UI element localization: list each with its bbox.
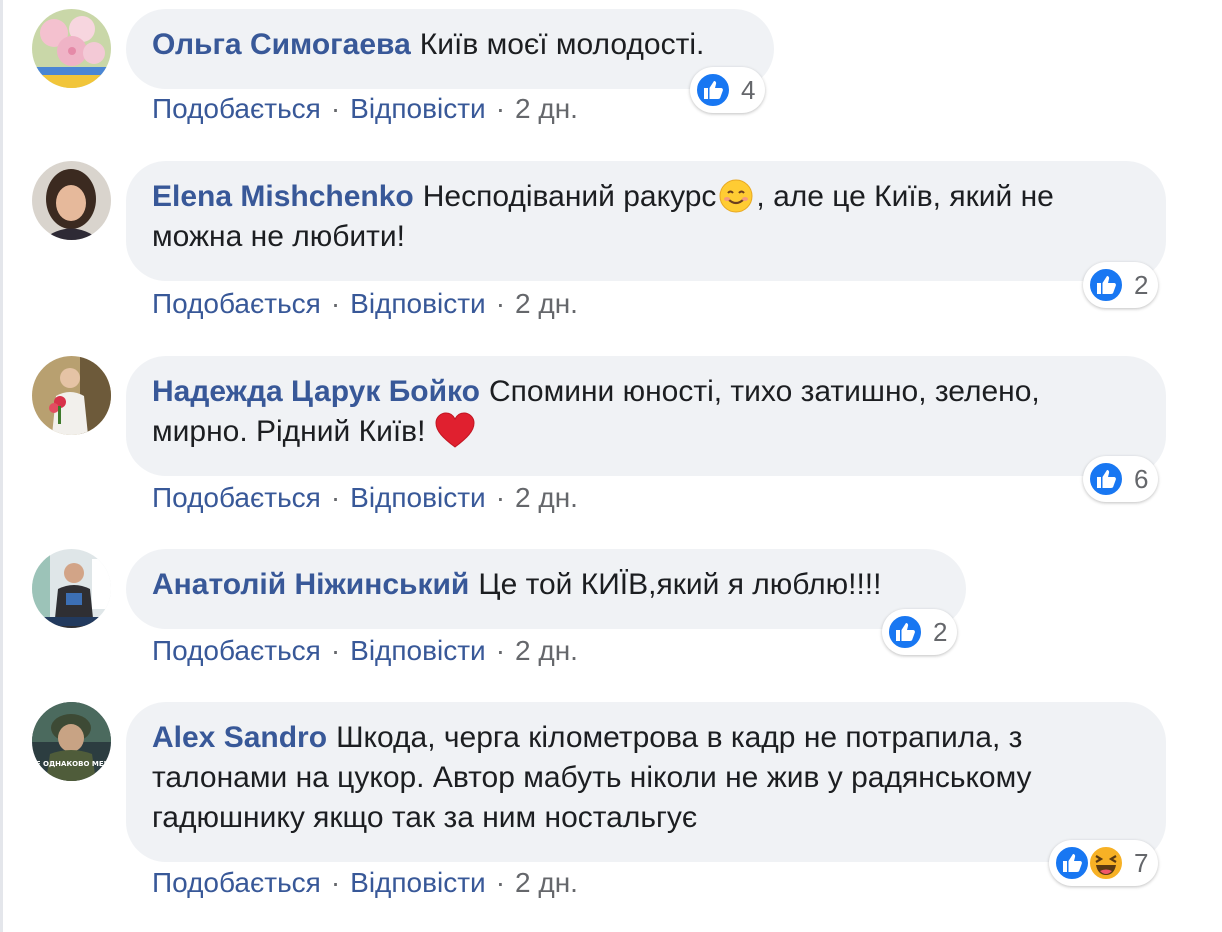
comment-text: Несподіваний ракурс	[422, 180, 717, 213]
comment-bubble: Ольга Симогаева Київ моєї молодості.	[126, 9, 774, 89]
comment-actions: Подобається · Відповісти · 2 дн.	[152, 482, 578, 513]
comment-author[interactable]: Анатолій Ніжинський	[152, 568, 469, 601]
comment-bubble: Надежда Царук Бойко Спомини юності, тихо …	[126, 356, 1166, 476]
comment-text: Це той КИЇВ,який я люблю!!!!	[478, 568, 882, 601]
comment-actions: Подобається · Відповісти · 2 дн.	[152, 288, 578, 319]
comment-bubble: Alex Sandro Шкода, черга кілометрова в ка…	[126, 702, 1166, 862]
avatar-caption: НЕ ОДНАКОВО МЕНІ	[32, 760, 111, 768]
like-button[interactable]: Подобається	[152, 867, 321, 898]
reply-button[interactable]: Відповісти	[350, 482, 486, 513]
like-icon	[695, 72, 731, 108]
reaction-count: 6	[1134, 463, 1149, 494]
reply-button[interactable]: Відповісти	[350, 288, 486, 319]
reply-button[interactable]: Відповісти	[350, 867, 486, 898]
reaction-summary[interactable]: 6	[1083, 456, 1159, 502]
like-icon	[1088, 461, 1124, 497]
reaction-count: 4	[741, 74, 756, 105]
like-icon	[887, 614, 923, 650]
reaction-count: 2	[933, 616, 948, 647]
comment-timestamp[interactable]: 2 дн.	[515, 867, 578, 898]
like-button[interactable]: Подобається	[152, 93, 321, 124]
comment-bubble: Анатолій Ніжинський Це той КИЇВ,який я лю…	[126, 549, 966, 629]
laughing-icon	[1088, 845, 1124, 881]
comment-author[interactable]: Ольга Симогаева	[152, 28, 411, 61]
like-icon	[1054, 845, 1090, 881]
like-icon	[1088, 267, 1124, 303]
like-button[interactable]: Подобається	[152, 635, 321, 666]
left-border	[0, 0, 3, 932]
reaction-summary[interactable]: 4	[690, 67, 766, 113]
avatar[interactable]	[32, 356, 111, 435]
like-button[interactable]: Подобається	[152, 288, 321, 319]
comment-actions: Подобається · Відповісти · 2 дн.	[152, 867, 578, 898]
avatar[interactable]	[32, 9, 111, 88]
avatar[interactable]: НЕ ОДНАКОВО МЕНІ	[32, 702, 111, 781]
comment-actions: Подобається · Відповісти · 2 дн.	[152, 635, 578, 666]
like-button[interactable]: Подобається	[152, 482, 321, 513]
red-heart-emoji	[435, 412, 475, 448]
avatar[interactable]	[32, 549, 111, 628]
smiling-face-emoji	[719, 179, 753, 213]
comment-timestamp[interactable]: 2 дн.	[515, 288, 578, 319]
reaction-summary[interactable]: 2	[1083, 262, 1159, 308]
reply-button[interactable]: Відповісти	[350, 635, 486, 666]
comment-timestamp[interactable]: 2 дн.	[515, 93, 578, 124]
reaction-count: 7	[1134, 847, 1149, 878]
comment-bubble: Elena Mishchenko Несподіваний ракурс, але…	[126, 161, 1166, 281]
reaction-summary[interactable]: 2	[882, 609, 958, 655]
comment-actions: Подобається · Відповісти · 2 дн.	[152, 93, 578, 124]
comment-timestamp[interactable]: 2 дн.	[515, 482, 578, 513]
comment-timestamp[interactable]: 2 дн.	[515, 635, 578, 666]
avatar[interactable]	[32, 161, 111, 240]
comment-text: Київ моєї молодості.	[419, 28, 705, 61]
comment-author[interactable]: Надежда Царук Бойко	[152, 375, 480, 408]
comment-author[interactable]: Alex Sandro	[152, 721, 327, 754]
reply-button[interactable]: Відповісти	[350, 93, 486, 124]
reaction-summary[interactable]: 7	[1049, 840, 1159, 886]
comment-author[interactable]: Elena Mishchenko	[152, 180, 414, 213]
reaction-count: 2	[1134, 269, 1149, 300]
